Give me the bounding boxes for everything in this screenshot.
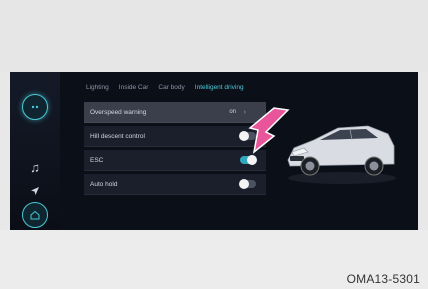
auto-hold-toggle[interactable] xyxy=(239,179,256,189)
esc-toggle[interactable] xyxy=(240,155,257,165)
infotainment-screen: ♫ Lighting Inside Car Car body Intellige… xyxy=(10,72,418,230)
home-icon[interactable] xyxy=(22,202,48,228)
chevron-right-icon: › xyxy=(243,108,246,116)
setting-overspeed-warning[interactable]: Overspeed warning on › xyxy=(84,102,266,123)
car-image xyxy=(287,125,396,184)
tab-lighting[interactable]: Lighting xyxy=(86,84,109,91)
setting-label: Hill descent control xyxy=(90,132,145,140)
tab-inside-car[interactable]: Inside Car xyxy=(119,84,149,91)
settings-list: Overspeed warning on › Hill descent cont… xyxy=(84,102,266,220)
navigation-icon[interactable] xyxy=(26,182,44,200)
background-top xyxy=(0,0,428,72)
assistant-icon[interactable] xyxy=(22,94,48,120)
music-icon[interactable]: ♫ xyxy=(26,158,44,176)
tab-intelligent-driving[interactable]: Intelligent driving xyxy=(195,84,244,91)
figure-code: OMA13-5301 xyxy=(346,272,420,286)
setting-value: on xyxy=(229,109,236,115)
setting-label: Overspeed warning xyxy=(90,108,147,116)
toggle-knob xyxy=(239,179,249,189)
setting-label: ESC xyxy=(90,156,104,164)
tab-bar: Lighting Inside Car Car body Intelligent… xyxy=(86,84,244,91)
setting-auto-hold[interactable]: Auto hold xyxy=(84,174,266,195)
setting-esc[interactable]: ESC xyxy=(84,150,266,171)
toggle-knob xyxy=(247,155,257,165)
sidebar: ♫ xyxy=(10,72,60,230)
tab-car-body[interactable]: Car body xyxy=(158,84,184,91)
setting-label: Auto hold xyxy=(90,180,118,188)
setting-hill-descent-control[interactable]: Hill descent control xyxy=(84,126,266,147)
